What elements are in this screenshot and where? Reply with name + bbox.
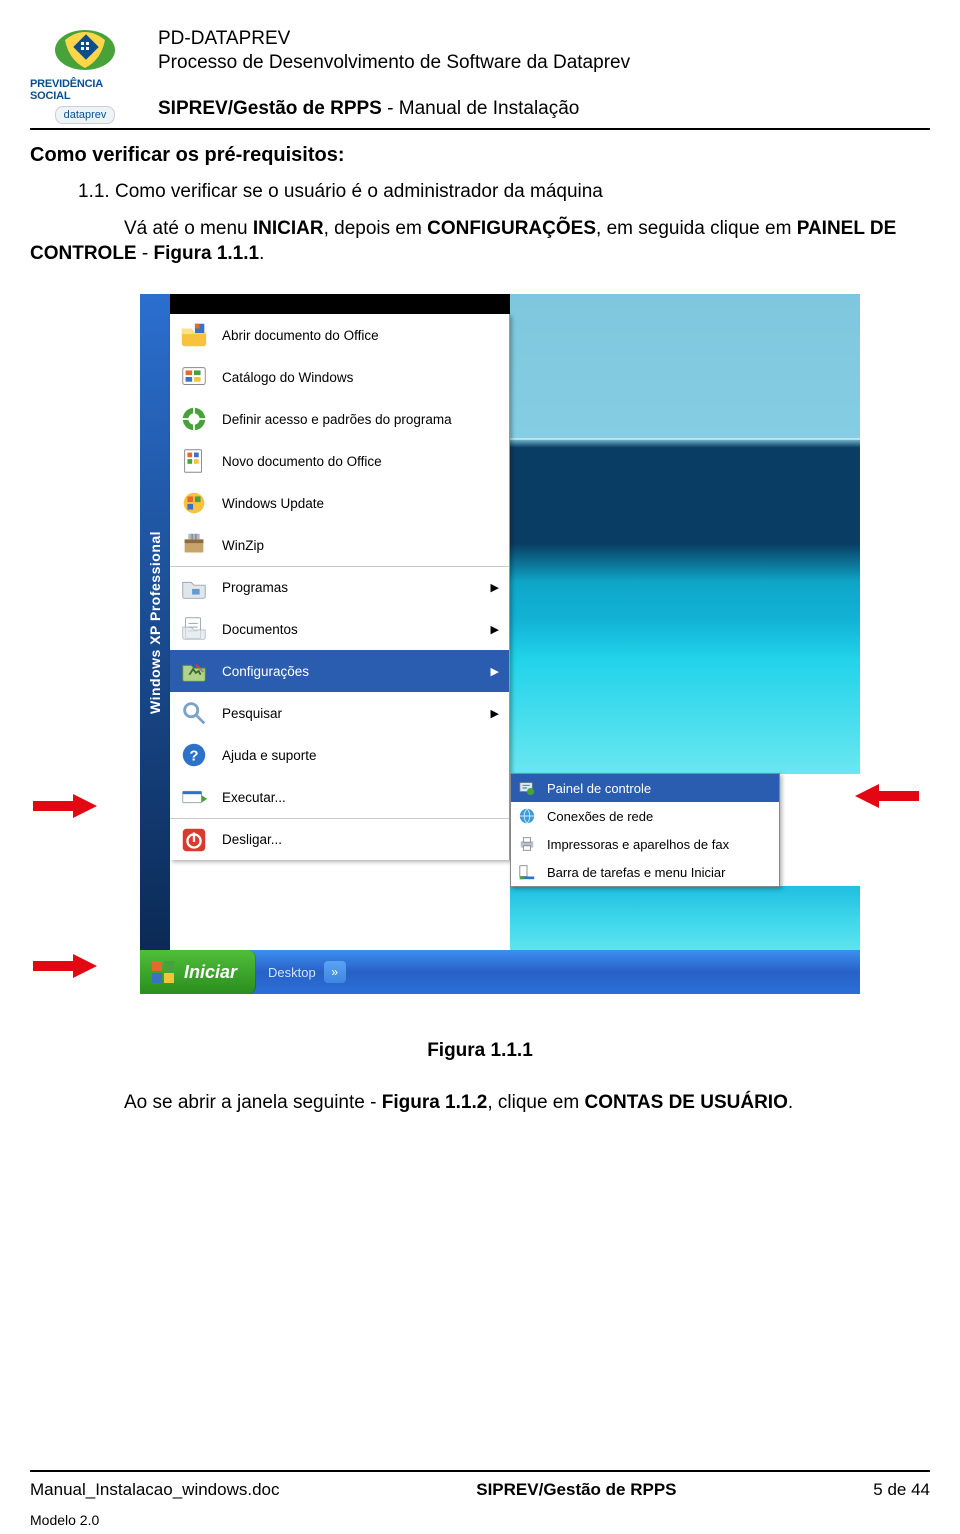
arrow-icon — [855, 784, 919, 808]
programs-folder-icon — [178, 572, 210, 604]
power-icon — [178, 824, 210, 856]
menu-item-label: Windows Update — [222, 496, 499, 511]
menu-item-programs[interactable]: Programas ▶ — [170, 566, 509, 608]
menu-item-windows-catalog[interactable]: Catálogo do Windows — [170, 356, 509, 398]
header-line-2: Processo de Desenvolvimento de Software … — [158, 52, 630, 74]
footer-rule — [30, 1470, 930, 1472]
paragraph-after-figure: Ao se abrir a janela seguinte - Figura 1… — [30, 1092, 930, 1114]
menu-item-label: Catálogo do Windows — [222, 370, 499, 385]
submenu-triangle-icon: ▶ — [485, 581, 499, 594]
folder-office-icon — [178, 319, 210, 351]
menu-item-search[interactable]: Pesquisar ▶ — [170, 692, 509, 734]
submenu-triangle-icon: ▶ — [485, 707, 499, 720]
network-icon — [517, 806, 537, 826]
start-menu[interactable]: Abrir documento do Office Catálogo do Wi… — [170, 314, 510, 860]
header-rule — [30, 128, 930, 130]
menu-item-windows-update[interactable]: Windows Update — [170, 482, 509, 524]
menu-item-settings[interactable]: Configurações ▶ — [170, 650, 509, 692]
taskbar-desktop-label: Desktop — [268, 965, 316, 980]
menu-item-label: Ajuda e suporte — [222, 748, 499, 763]
control-panel-icon — [517, 778, 537, 798]
windows-logo-icon — [150, 959, 176, 985]
page-footer: Manual_Instalacao_windows.doc SIPREV/Ges… — [30, 1479, 930, 1500]
arrow-icon — [33, 794, 97, 818]
section-title: Como verificar os pré-requisitos: — [30, 144, 930, 167]
windows-update-icon — [178, 487, 210, 519]
intro-paragraph: Vá até o menu INICIAR, depois em CONFIGU… — [30, 217, 930, 266]
menu-item-label: Desligar... — [222, 832, 499, 847]
menu-item-label: Documentos — [222, 622, 473, 637]
svg-text:?: ? — [189, 748, 198, 765]
logo-line1: PREVIDÊNCIA SOCIAL — [30, 78, 140, 102]
figure-1-1-1: Windows XP Professional Abrir documento … — [30, 294, 930, 1024]
settings-submenu[interactable]: Painel de controle Conexões de rede Impr… — [510, 773, 780, 887]
footer-model-version: Modelo 2.0 — [30, 1512, 99, 1528]
winzip-icon — [178, 529, 210, 561]
menu-item-help[interactable]: ? Ajuda e suporte — [170, 734, 509, 776]
header-line-3: SIPREV/Gestão de RPPS - Manual de Instal… — [158, 98, 630, 120]
logo: PREVIDÊNCIA SOCIAL dataprev — [30, 20, 140, 124]
footer-page-number: 5 de 44 — [873, 1480, 930, 1500]
start-button[interactable]: Iniciar — [140, 950, 256, 994]
documents-icon — [178, 613, 210, 645]
footer-filename: Manual_Instalacao_windows.doc — [30, 1480, 280, 1500]
help-icon: ? — [178, 739, 210, 771]
header-line-1: PD-DATAPREV — [158, 28, 630, 50]
menu-item-label: Configurações — [222, 664, 473, 679]
menu-item-new-office-doc[interactable]: Novo documento do Office — [170, 440, 509, 482]
figure-caption: Figura 1.1.1 — [30, 1040, 930, 1062]
desktop-wallpaper-bottom — [510, 886, 860, 950]
windows-catalog-icon — [178, 361, 210, 393]
menu-item-label: Abrir documento do Office — [222, 328, 499, 343]
logo-graphic — [45, 20, 125, 76]
menu-item-program-access[interactable]: Definir acesso e padrões do programa — [170, 398, 509, 440]
desktop-wallpaper — [510, 294, 860, 774]
menu-item-label: Programas — [222, 580, 473, 595]
menu-item-documents[interactable]: Documentos ▶ — [170, 608, 509, 650]
run-icon — [178, 781, 210, 813]
menu-item-label: Definir acesso e padrões do programa — [222, 412, 499, 427]
arrow-icon — [33, 954, 97, 978]
settings-icon — [178, 655, 210, 687]
chevron-double-icon[interactable]: » — [324, 961, 346, 983]
menu-item-label: Novo documento do Office — [222, 454, 499, 469]
taskbar-desktop[interactable]: Desktop » — [256, 950, 358, 994]
taskbar[interactable]: Iniciar Desktop » — [140, 950, 860, 994]
submenu-item-label: Conexões de rede — [547, 809, 653, 824]
submenu-item-printers[interactable]: Impressoras e aparelhos de fax — [511, 830, 779, 858]
screenshot-container: Windows XP Professional Abrir documento … — [140, 294, 860, 994]
footer-center: SIPREV/Gestão de RPPS — [476, 1480, 676, 1500]
submenu-triangle-icon: ▶ — [485, 623, 499, 636]
menu-item-label: Executar... — [222, 790, 499, 805]
submenu-item-control-panel[interactable]: Painel de controle — [511, 774, 779, 802]
submenu-item-label: Impressoras e aparelhos de fax — [547, 837, 729, 852]
new-office-doc-icon — [178, 445, 210, 477]
menu-item-winzip[interactable]: WinZip — [170, 524, 509, 566]
submenu-item-network[interactable]: Conexões de rede — [511, 802, 779, 830]
submenu-item-label: Painel de controle — [547, 781, 651, 796]
step-heading: 1.1. Como verificar se o usuário é o adm… — [30, 181, 930, 203]
menu-item-label: Pesquisar — [222, 706, 473, 721]
document-header: PREVIDÊNCIA SOCIAL dataprev PD-DATAPREV … — [30, 20, 930, 124]
program-defaults-icon — [178, 403, 210, 435]
logo-line2: dataprev — [55, 106, 116, 124]
menu-item-open-office-doc[interactable]: Abrir documento do Office — [170, 314, 509, 356]
start-button-label: Iniciar — [184, 962, 237, 983]
top-black-strip — [170, 294, 510, 314]
submenu-item-label: Barra de tarefas e menu Iniciar — [547, 865, 725, 880]
os-sidebar: Windows XP Professional — [140, 294, 170, 950]
submenu-item-taskbar[interactable]: Barra de tarefas e menu Iniciar — [511, 858, 779, 886]
menu-item-run[interactable]: Executar... — [170, 776, 509, 818]
taskbar-menu-icon — [517, 862, 537, 882]
submenu-triangle-icon: ▶ — [485, 665, 499, 678]
search-icon — [178, 697, 210, 729]
menu-item-label: WinZip — [222, 538, 499, 553]
menu-item-shutdown[interactable]: Desligar... — [170, 818, 509, 860]
printer-icon — [517, 834, 537, 854]
